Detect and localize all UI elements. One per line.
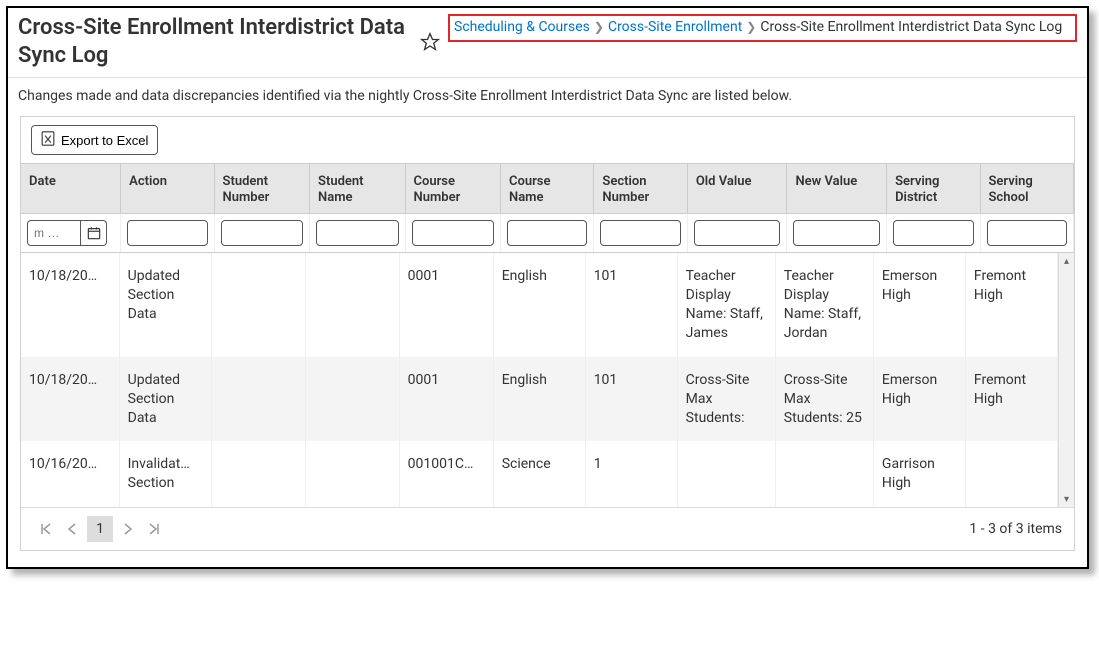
chevron-right-icon: ❯ — [746, 20, 756, 34]
cell-old-value — [677, 441, 775, 507]
table-row[interactable]: 10/16/20…Invalidat… Section 001001C…Scien… — [21, 441, 1058, 507]
cell-new-value — [775, 441, 873, 507]
col-serving-school[interactable]: Serving School — [980, 164, 1074, 214]
table-row[interactable]: 10/18/20…Updated Section Data 0001English… — [21, 253, 1058, 357]
cell-serving-district: Emerson High — [873, 253, 965, 357]
filter-course-number[interactable] — [412, 220, 494, 246]
favorite-star-icon[interactable] — [420, 32, 440, 52]
pager-last-icon[interactable] — [141, 516, 167, 542]
cell-new-value: Cross-Site Max Students: 25 — [775, 357, 873, 442]
pager-first-icon[interactable] — [33, 516, 59, 542]
filter-serving-district[interactable] — [893, 220, 973, 246]
col-section-number[interactable]: Section Number — [594, 164, 687, 214]
breadcrumb-item-scheduling[interactable]: Scheduling & Courses — [454, 19, 590, 35]
grid-container: Export to Excel Date Action Student Numb… — [20, 116, 1075, 551]
scroll-down-icon[interactable]: ▾ — [1059, 491, 1074, 507]
cell-course-name: English — [493, 357, 585, 442]
filter-action[interactable] — [127, 220, 207, 246]
col-serving-district[interactable]: Serving District — [887, 164, 980, 214]
title-wrap: Cross-Site Enrollment Interdistrict Data… — [18, 14, 440, 69]
cell-section-number: 1 — [585, 441, 677, 507]
cell-course-name: Science — [493, 441, 585, 507]
divider — [8, 77, 1087, 78]
cell-course-number: 0001 — [399, 357, 493, 442]
intro-text: Changes made and data discrepancies iden… — [8, 88, 1087, 116]
pager-prev-icon[interactable] — [59, 516, 85, 542]
cell-old-value: Cross-Site Max Students: — [677, 357, 775, 442]
grid-toolbar: Export to Excel — [21, 117, 1074, 163]
col-action[interactable]: Action — [121, 164, 214, 214]
data-grid: Date Action Student Number Student Name … — [21, 163, 1074, 550]
grid-body: 10/18/20…Updated Section Data 0001English… — [21, 253, 1074, 507]
cell-action: Invalidat… Section — [119, 441, 211, 507]
header: Cross-Site Enrollment Interdistrict Data… — [8, 8, 1087, 71]
cell-action: Updated Section Data — [119, 357, 211, 442]
filter-section-number[interactable] — [600, 220, 680, 246]
cell-course-number: 0001 — [399, 253, 493, 357]
cell-student-number — [211, 441, 305, 507]
col-course-name[interactable]: Course Name — [501, 164, 594, 214]
filter-student-number[interactable] — [221, 220, 303, 246]
cell-date: 10/18/20… — [21, 253, 119, 357]
export-label: Export to Excel — [61, 133, 148, 148]
breadcrumb-item-current: Cross-Site Enrollment Interdistrict Data… — [760, 19, 1062, 35]
chevron-right-icon: ❯ — [594, 20, 604, 34]
col-student-number[interactable]: Student Number — [214, 164, 309, 214]
filter-course-name[interactable] — [507, 220, 587, 246]
pager: 1 1 - 3 of 3 items — [21, 507, 1074, 550]
cell-section-number: 101 — [585, 357, 677, 442]
cell-serving-district: Emerson High — [873, 357, 965, 442]
cell-serving-school: Fremont High — [965, 253, 1057, 357]
filter-student-name[interactable] — [316, 220, 398, 246]
breadcrumb: Scheduling & Courses ❯ Cross-Site Enroll… — [448, 14, 1077, 42]
pager-status: 1 - 3 of 3 items — [969, 521, 1062, 537]
excel-icon — [41, 131, 55, 149]
cell-course-name: English — [493, 253, 585, 357]
cell-serving-district: Garrison High — [873, 441, 965, 507]
filter-old-value[interactable] — [694, 220, 781, 246]
pager-current-page[interactable]: 1 — [87, 516, 113, 542]
cell-student-name — [305, 253, 399, 357]
filter-date-input[interactable] — [27, 220, 81, 246]
scroll-up-icon[interactable]: ▴ — [1059, 253, 1074, 269]
breadcrumb-item-cross-site[interactable]: Cross-Site Enrollment — [608, 19, 742, 35]
cell-date: 10/18/20… — [21, 357, 119, 442]
cell-new-value: Teacher Display Name: Staff, Jordan — [775, 253, 873, 357]
cell-section-number: 101 — [585, 253, 677, 357]
cell-student-name — [305, 441, 399, 507]
cell-action: Updated Section Data — [119, 253, 211, 357]
table-row[interactable]: 10/18/20…Updated Section Data 0001English… — [21, 357, 1058, 442]
cell-serving-school — [965, 441, 1057, 507]
page-root: Cross-Site Enrollment Interdistrict Data… — [6, 6, 1089, 569]
cell-student-number — [211, 357, 305, 442]
export-to-excel-button[interactable]: Export to Excel — [31, 125, 158, 155]
col-new-value[interactable]: New Value — [787, 164, 887, 214]
col-date[interactable]: Date — [21, 164, 121, 214]
col-old-value[interactable]: Old Value — [687, 164, 787, 214]
cell-date: 10/16/20… — [21, 441, 119, 507]
cell-student-number — [211, 253, 305, 357]
filter-new-value[interactable] — [793, 220, 880, 246]
pager-next-icon[interactable] — [115, 516, 141, 542]
cell-serving-school: Fremont High — [965, 357, 1057, 442]
filter-date-wrap — [27, 220, 114, 246]
header-row: Date Action Student Number Student Name … — [21, 164, 1074, 214]
page-title: Cross-Site Enrollment Interdistrict Data… — [18, 14, 412, 69]
filter-row — [21, 214, 1074, 253]
cell-old-value: Teacher Display Name: Staff, James — [677, 253, 775, 357]
filter-serving-school[interactable] — [987, 220, 1068, 246]
calendar-icon[interactable] — [81, 220, 107, 246]
col-course-number[interactable]: Course Number — [405, 164, 500, 214]
vertical-scrollbar[interactable]: ▴ ▾ — [1058, 253, 1074, 507]
cell-student-name — [305, 357, 399, 442]
cell-course-number: 001001C… — [399, 441, 493, 507]
col-student-name[interactable]: Student Name — [310, 164, 405, 214]
